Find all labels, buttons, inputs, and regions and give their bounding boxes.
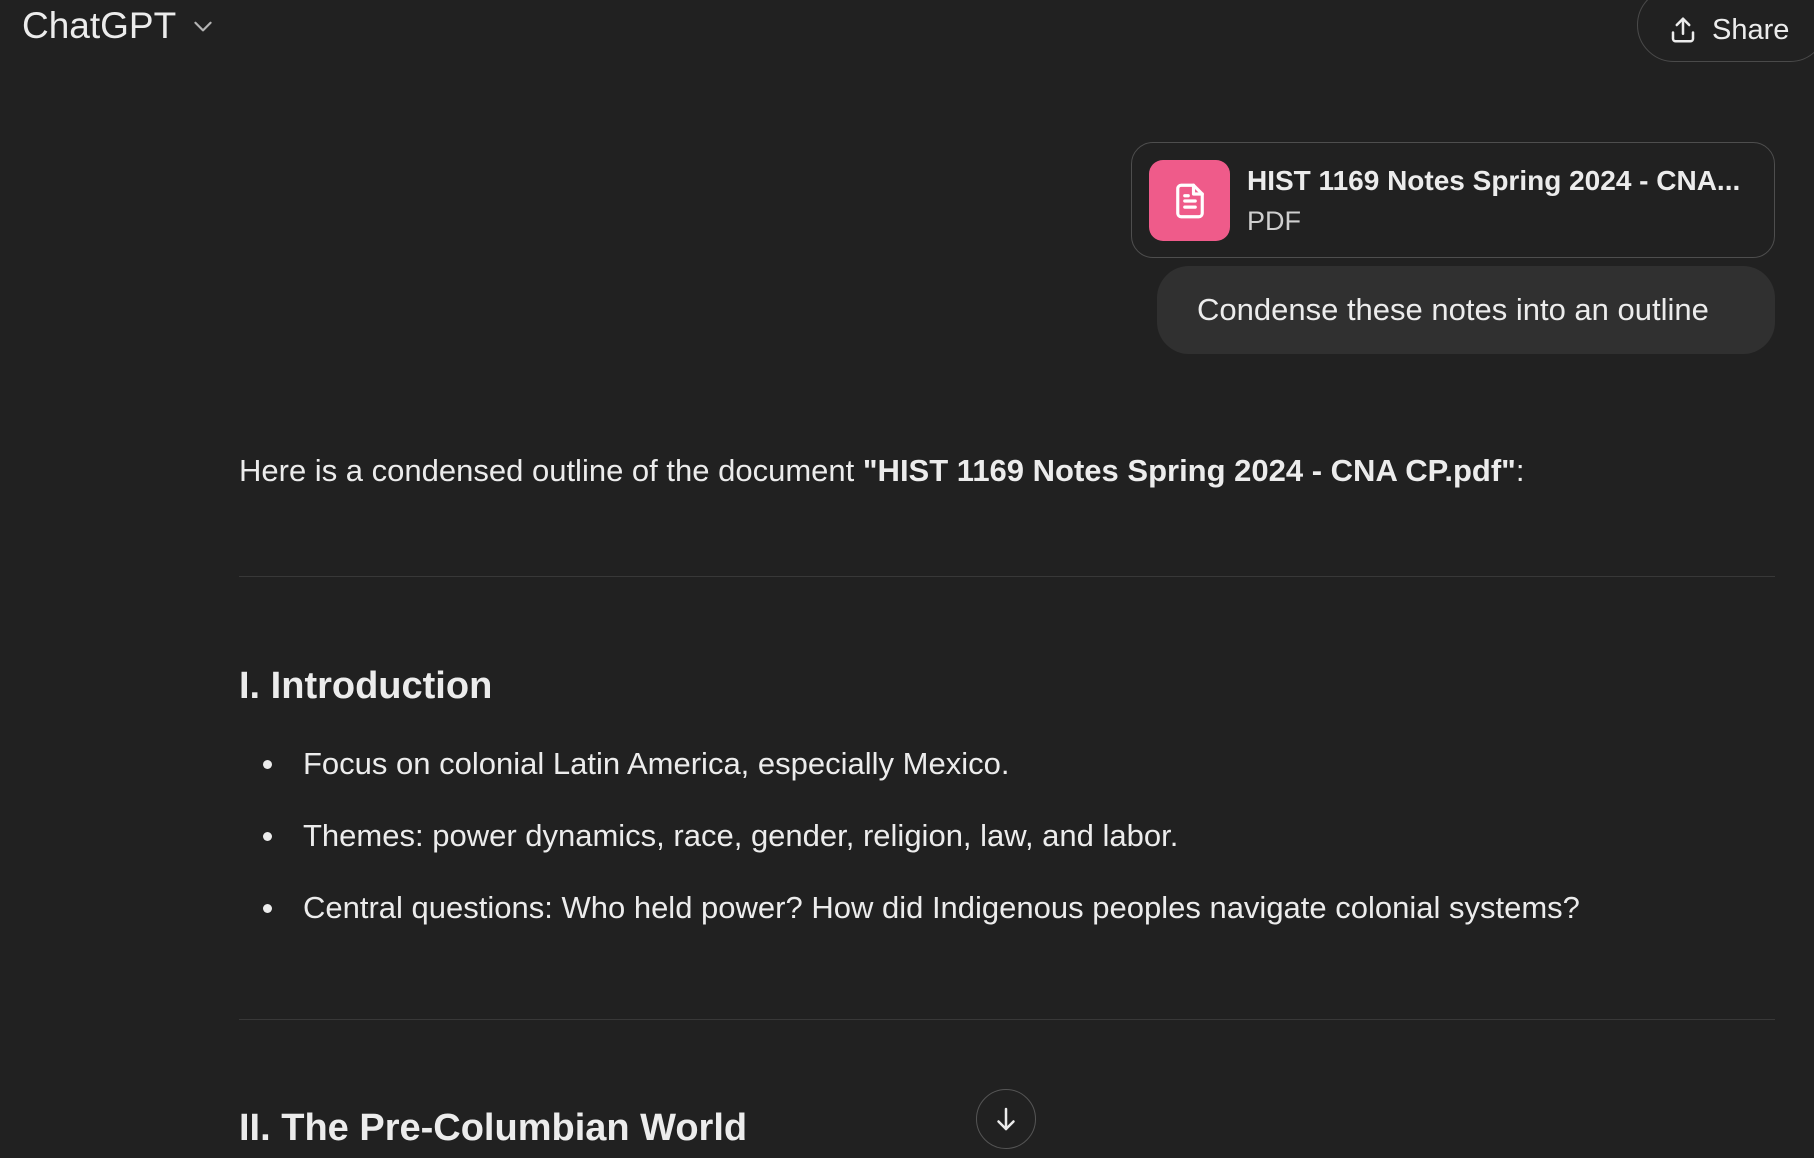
section-title: II. The Pre-Columbian World (239, 1107, 748, 1149)
chevron-down-icon (194, 21, 212, 32)
user-message-bubble: Condense these notes into an outline (1157, 266, 1775, 354)
intro-suffix: : (1515, 453, 1525, 488)
arrow-down-icon (997, 1107, 1015, 1131)
section-title: I. Introduction (239, 665, 493, 707)
model-name: ChatGPT (22, 5, 177, 46)
share-button[interactable]: Share (1637, 0, 1814, 62)
intro-document-name: "HIST 1169 Notes Spring 2024 - CNA CP.pd… (862, 453, 1516, 488)
file-icon-badge (1149, 160, 1230, 241)
bullet-dot (263, 832, 272, 841)
list-item-text: Central questions: Who held power? How d… (303, 890, 1580, 925)
file-attachment-card[interactable]: HIST 1169 Notes Spring 2024 - CNA... PDF (1131, 142, 1775, 258)
list-item-text: Themes: power dynamics, race, gender, re… (303, 818, 1179, 853)
divider (239, 576, 1775, 577)
file-name: HIST 1169 Notes Spring 2024 - CNA... (1247, 165, 1741, 196)
share-upload-icon (1671, 17, 1695, 43)
share-label: Share (1712, 13, 1790, 46)
document-icon (1175, 183, 1204, 218)
list-item-text: Focus on colonial Latin America, especia… (303, 746, 1010, 781)
bullet-dot (263, 904, 272, 913)
bullet-dot (263, 760, 272, 769)
top-bar: ChatGPT Share (0, 0, 1814, 62)
scroll-to-bottom-button[interactable] (976, 1089, 1036, 1149)
divider (239, 1019, 1775, 1020)
intro-prefix: Here is a condensed outline of the docum… (239, 453, 863, 488)
model-switcher[interactable]: ChatGPT (22, 4, 216, 48)
file-type: PDF (1247, 206, 1301, 236)
user-message-text: Condense these notes into an outline (1197, 292, 1709, 327)
assistant-intro: Here is a condensed outline of the docum… (239, 451, 1525, 491)
